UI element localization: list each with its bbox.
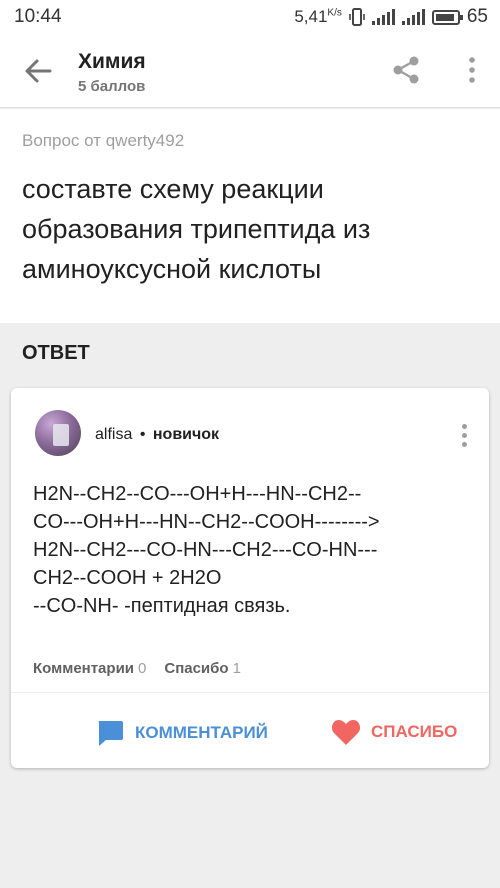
divider [11,692,489,693]
answer-author[interactable]: alfisa • новичок [95,426,219,444]
question-text: составте схему реакции образования трипе… [22,174,371,284]
page-title: Химия [78,50,146,73]
comment-icon [98,721,123,746]
answer-line: H2N--CH2--CO---OH+H---HN--CH2-- [33,483,362,505]
answer-card: alfisa • новичок H2N--CH2--CO---OH+H---H… [11,388,489,768]
thanks-button-label: СПАСИБО [371,722,458,741]
share-icon[interactable] [390,54,422,86]
signal-icon-2 [401,9,425,25]
answer-heading: ОТВЕТ [22,342,90,364]
signal-icon [371,9,395,25]
thanks-button[interactable]: СПАСИБО [331,718,457,746]
status-icons: 5,41K/s 65 [294,6,488,28]
battery-level: 65 [466,6,488,27]
answer-more-icon[interactable] [457,424,471,450]
status-time: 10:44 [14,6,62,27]
answer-line: --CO-NH- -пептидная связь. [33,595,291,617]
author-name: alfisa [95,426,133,443]
comment-button-label: КОММЕНТАРИЙ [135,723,268,742]
answer-text: H2N--CH2--CO---OH+H---HN--CH2-- CO---OH+… [33,480,473,620]
battery-icon [431,9,463,25]
points-label: 5 баллов [78,78,146,95]
author-separator: • [139,426,146,443]
author-rank: новичок [152,426,220,443]
comments-stat[interactable]: Комментарии 0 [33,660,146,677]
more-vert-icon[interactable] [460,56,484,84]
question-section: Вопрос от qwerty492 составте схему реакц… [0,109,500,323]
status-bar: 10:44 5,41K/s 65 [0,0,500,34]
back-arrow-icon[interactable] [22,56,54,86]
comment-button[interactable]: КОММЕНТАРИЙ [95,718,268,748]
network-speed: 5,41K/s [294,7,342,26]
vibrate-icon [349,8,365,26]
answer-line: H2N--CH2---CO-HN---CH2---CO-HN--- [33,539,378,561]
heart-icon [331,720,361,745]
answer-line: CO---OH+H---HN--CH2--COOH--------> [33,511,380,533]
answer-stats: Комментарии 0 Спасибо 1 [33,660,241,677]
thanks-stat: Спасибо 1 [164,660,241,677]
question-author[interactable]: Вопрос от qwerty492 [22,131,184,151]
avatar[interactable] [35,410,81,456]
app-bar: Химия 5 баллов [0,34,500,108]
answer-line: CH2--COOH + 2H2O [33,567,222,589]
